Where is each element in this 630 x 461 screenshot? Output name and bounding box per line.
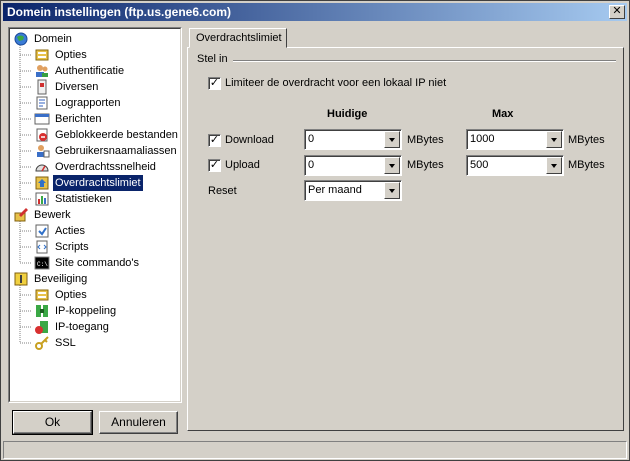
download-current-unit: MBytes (407, 134, 444, 146)
tree-item-label: Domein (34, 33, 72, 45)
upload-max-value: 500 (470, 159, 489, 171)
limit-local-ip-label: Limiteer de overdracht voor een lokaal I… (225, 77, 447, 89)
tree-item-label: Gebruikersnaamaliassen (55, 145, 177, 157)
check-icon: ✓ (209, 77, 220, 89)
download-current-combo[interactable]: 0 (304, 129, 402, 150)
tree-item-label: Statistieken (55, 193, 112, 205)
group-divider (233, 60, 616, 62)
download-current-value: 0 (308, 133, 315, 145)
tree-item-label: Opties (55, 49, 87, 61)
tree-item-label: Berichten (55, 113, 102, 125)
tree-item-label: Geblokkeerde bestanden (55, 129, 178, 141)
max-header: Max (492, 108, 514, 120)
ok-button[interactable]: Ok (12, 410, 93, 435)
tree-item-label: Overdrachtslimiet (53, 175, 143, 191)
current-header: Huidige (327, 108, 368, 120)
title-bar[interactable]: Domein instellingen (ftp.us.gene6.com) ✕ (3, 3, 627, 21)
tree-item-label: SSL (55, 337, 76, 349)
download-label: Download (225, 134, 274, 146)
tree-item-label: Overdrachtssnelheid (55, 161, 156, 173)
download-max-value: 1000 (470, 133, 495, 145)
cancel-button[interactable]: Annuleren (99, 411, 178, 434)
check-icon: ✓ (209, 134, 220, 146)
tree-item-label: Diversen (55, 81, 99, 93)
stats-icon (34, 191, 50, 207)
upload-current-unit: MBytes (407, 159, 444, 171)
tree-item-label: Opties (55, 289, 87, 301)
misc-icon (34, 79, 50, 95)
tab-panel (187, 47, 624, 431)
upload-max-unit: MBytes (568, 159, 605, 171)
tree-item-label: Beveiliging (34, 273, 88, 285)
reset-combo[interactable]: Per maand (304, 180, 402, 201)
ip-access-icon (34, 319, 50, 335)
download-checkbox[interactable]: ✓ (208, 134, 221, 147)
upload-current-combo[interactable]: 0 (304, 155, 402, 176)
settings-tree[interactable]: Domein Opties Authentificatie Diversen Logra… (8, 27, 182, 403)
download-max-unit: MBytes (568, 134, 605, 146)
settings-tree-frame: Domein Opties Authentificatie Diversen Logra… (9, 28, 181, 402)
window-title: Domein instellingen (ftp.us.gene6.com) (7, 5, 232, 19)
tree-item-label: Acties (55, 225, 85, 237)
download-max-combo[interactable]: 1000 (466, 129, 564, 150)
alias-icon (34, 143, 50, 159)
options-icon (34, 287, 50, 303)
svg-text:C:\: C:\ (37, 261, 48, 268)
dropdown-arrow-icon[interactable] (384, 157, 400, 174)
reset-value: Per maand (308, 184, 362, 196)
reset-label: Reset (208, 185, 237, 197)
tree-item-label: IP-koppeling (55, 305, 117, 317)
scripts-icon (34, 239, 50, 255)
group-label: Stel in (197, 53, 228, 65)
tree-item-label: Scripts (55, 241, 89, 253)
tree-item-label: Authentificatie (55, 65, 125, 77)
upload-checkbox[interactable]: ✓ (208, 159, 221, 172)
log-icon (34, 95, 50, 111)
tree-item-label: Lograpporten (55, 97, 121, 109)
message-icon (34, 111, 50, 127)
dropdown-arrow-icon[interactable] (384, 131, 400, 148)
edit-icon (13, 207, 29, 223)
users-icon (34, 63, 50, 79)
speed-icon (34, 159, 50, 175)
check-icon: ✓ (209, 159, 220, 171)
close-button[interactable]: ✕ (609, 5, 625, 19)
close-icon: ✕ (612, 5, 622, 17)
upload-label: Upload (225, 159, 260, 171)
dropdown-arrow-icon[interactable] (546, 131, 562, 148)
lock-icon (13, 271, 29, 287)
tree-item-label: Site commando's (55, 257, 140, 269)
limit-local-ip-checkbox[interactable]: ✓ (208, 77, 221, 90)
console-icon: C:\ (34, 255, 50, 271)
domain-settings-window: Domein instellingen (ftp.us.gene6.com) ✕… (0, 0, 630, 461)
dropdown-arrow-icon[interactable] (546, 157, 562, 174)
limit-icon (34, 175, 50, 191)
key-icon (34, 335, 50, 351)
tab-overdrachtslimiet[interactable]: Overdrachtslimiet (189, 28, 287, 48)
globe-icon (13, 31, 29, 47)
dropdown-arrow-icon[interactable] (384, 182, 400, 199)
ip-binding-icon (34, 303, 50, 319)
tree-item-label: IP-toegang (55, 321, 109, 333)
upload-current-value: 0 (308, 159, 315, 171)
tree-item-label: Bewerk (34, 209, 71, 221)
blocked-icon (34, 127, 50, 143)
actions-icon (34, 223, 50, 239)
status-bar (3, 441, 627, 459)
options-icon (34, 47, 50, 63)
upload-max-combo[interactable]: 500 (466, 155, 564, 176)
